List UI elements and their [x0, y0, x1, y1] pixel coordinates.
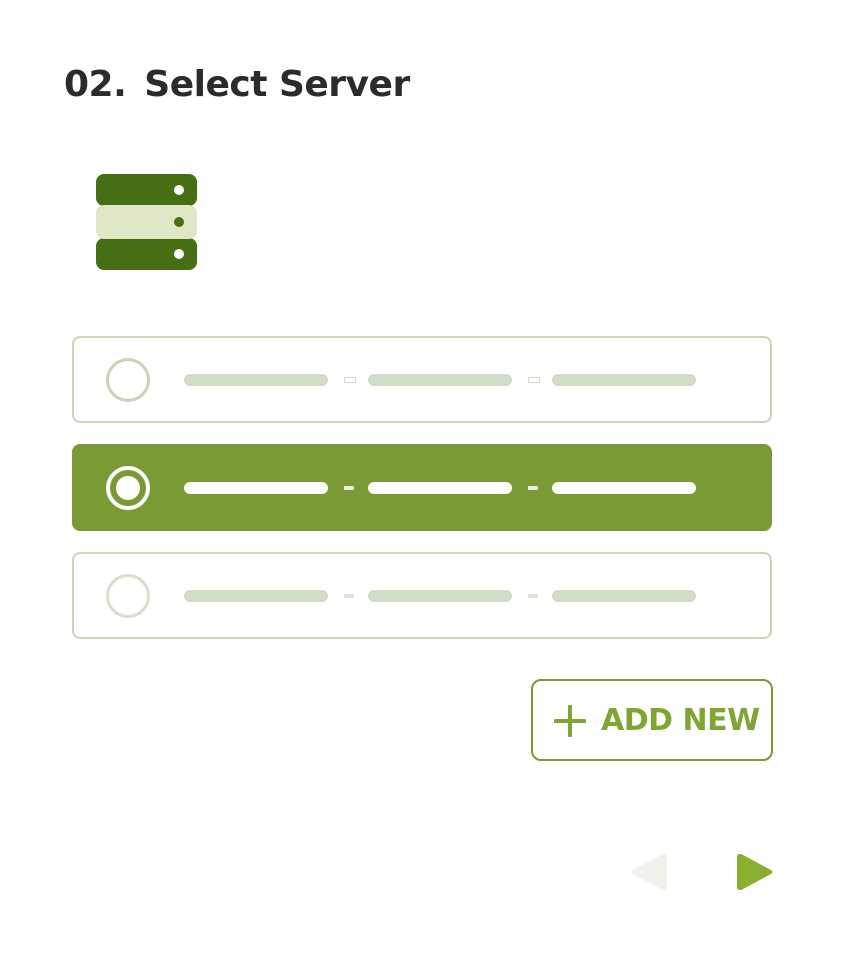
- title-text: Select Server: [144, 64, 410, 105]
- separator: [344, 376, 356, 383]
- page-title: 02. Select Server: [64, 64, 410, 105]
- server-option-field-placeholder: [552, 373, 696, 386]
- server-option-field-placeholder: [184, 373, 328, 386]
- arrow-left-icon: [631, 854, 667, 890]
- separator: [528, 593, 538, 598]
- server-option-field-placeholder: [184, 481, 328, 494]
- server-option-field-placeholder: [552, 481, 696, 494]
- separator: [344, 485, 354, 490]
- radio-selected-icon[interactable]: [106, 465, 150, 510]
- plus-icon: [553, 704, 587, 738]
- server-option-3[interactable]: [72, 552, 772, 639]
- radio-unselected-icon[interactable]: [106, 573, 150, 618]
- server-icon: [96, 174, 197, 270]
- add-new-label: ADD NEW: [601, 703, 760, 738]
- separator: [344, 593, 354, 598]
- server-option-field-placeholder: [368, 589, 512, 602]
- server-option-field-placeholder: [368, 373, 512, 386]
- separator: [528, 485, 538, 490]
- next-button[interactable]: [736, 850, 774, 894]
- server-option-field-placeholder: [368, 481, 512, 494]
- radio-unselected-icon[interactable]: [106, 357, 150, 402]
- prev-button[interactable]: [630, 850, 668, 894]
- separator: [528, 376, 540, 383]
- step-number: 02.: [64, 64, 127, 105]
- server-option-field-placeholder: [552, 589, 696, 602]
- server-option-2[interactable]: [72, 444, 772, 531]
- server-option-1[interactable]: [72, 336, 772, 423]
- add-new-button[interactable]: ADD NEW: [531, 679, 773, 761]
- arrow-right-icon: [737, 854, 773, 890]
- server-option-field-placeholder: [184, 589, 328, 602]
